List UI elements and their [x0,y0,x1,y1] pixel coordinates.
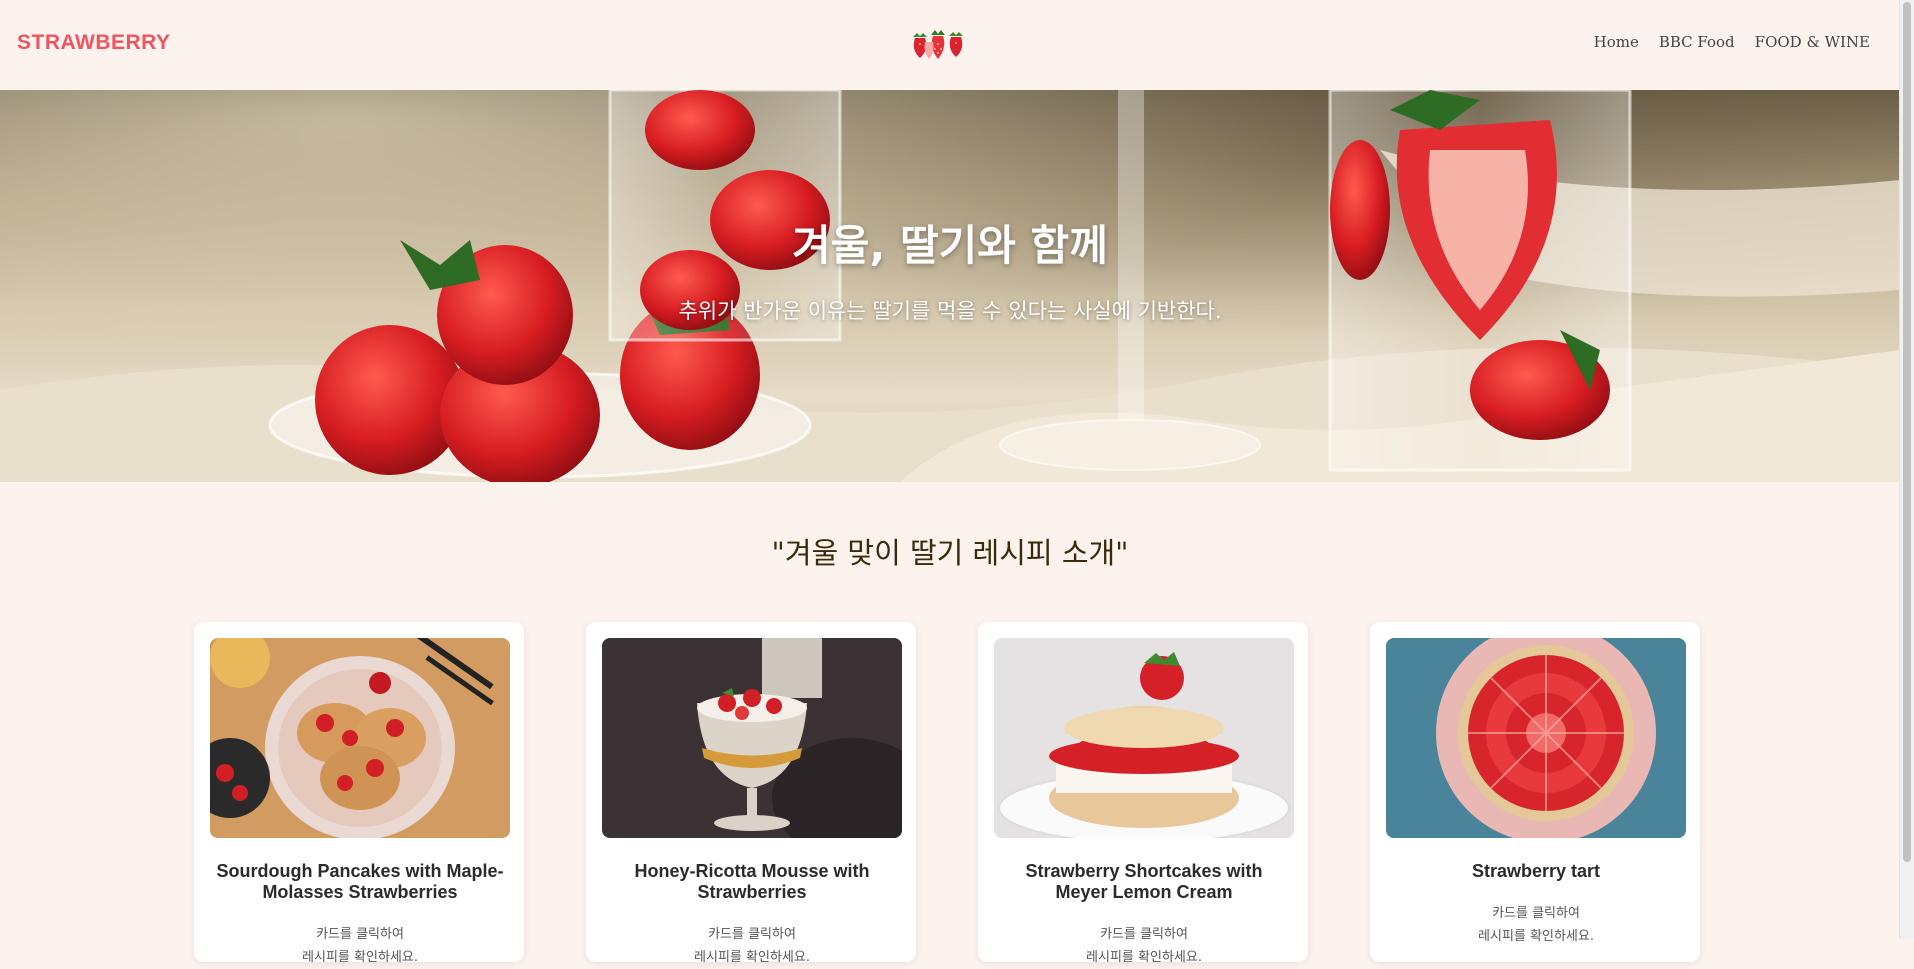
recipe-hint-line2: 레시피를 확인하세요. [1086,950,1202,965]
vertical-scrollbar[interactable] [1899,0,1914,939]
hero-title: 겨울, 딸기와 함께 [792,221,1108,270]
shortcake-photo [994,638,1294,838]
recipe-title: Honey-Ricotta Mousse with Strawberries [634,861,870,902]
recipe-title: Sourdough Pancakes with Maple-Molasses S… [216,861,504,902]
pancake-photo [210,638,510,838]
recipe-title: Strawberry Shortcakes with Meyer Lemon C… [1025,861,1263,902]
hero-subtitle: 추위가 반가운 이유는 딸기를 먹을 수 있다는 사실에 기반한다. [678,299,1222,323]
recipe-card[interactable]: Strawberry Shortcakes with Meyer Lemon C… [978,622,1308,965]
main-nav: Home BBC Food FOOD & WINE [1594,33,1870,51]
section-title: "겨울 맞이 딸기 레시피 소개" [771,536,1129,570]
site-logo[interactable]: STRAWBERRY [17,31,171,55]
page: STRAWBERRY Home BBC Food FOOD & WINE 겨울,… [0,0,1900,965]
recipe-title: Strawberry tart [1471,861,1601,881]
site-header: STRAWBERRY Home BBC Food FOOD & WINE [0,0,1900,91]
recipe-hint-line2: 레시피를 확인하세요. [694,950,810,965]
recipe-hint-line1: 카드를 클릭하여 [1492,906,1580,921]
recipe-image [602,638,902,838]
recipe-hint-line1: 카드를 클릭하여 [1100,927,1188,942]
recipe-image [210,638,510,838]
recipe-image [994,638,1294,838]
tart-photo [1386,638,1686,838]
recipe-hint-line2: 레시피를 확인하세요. [1478,929,1594,944]
hero-banner: 겨울, 딸기와 함께 추위가 반가운 이유는 딸기를 먹을 수 있다는 사실에 … [0,90,1900,482]
recipe-image [1386,638,1686,838]
recipe-card[interactable]: Sourdough Pancakes with Maple-Molasses S… [194,622,524,965]
nav-bbc-food-link[interactable]: BBC Food [1659,33,1735,51]
nav-food-wine-link[interactable]: FOOD & WINE [1755,33,1870,51]
recipe-hint-line1: 카드를 클릭하여 [316,927,404,942]
mousse-photo [602,638,902,838]
recipe-card[interactable]: Honey-Ricotta Mousse with Strawberries 카… [586,622,916,965]
hero-strawberry-photo [0,90,1900,482]
strawberry-cluster-icon [913,30,963,59]
recipe-hint-line1: 카드를 클릭하여 [708,927,796,942]
scrollbar-thumb[interactable] [1903,2,1911,862]
recipe-card[interactable]: Strawberry tart 카드를 클릭하여 레시피를 확인하세요. [1370,622,1700,962]
recipe-hint-line2: 레시피를 확인하세요. [302,950,418,965]
nav-home-link[interactable]: Home [1594,33,1639,51]
